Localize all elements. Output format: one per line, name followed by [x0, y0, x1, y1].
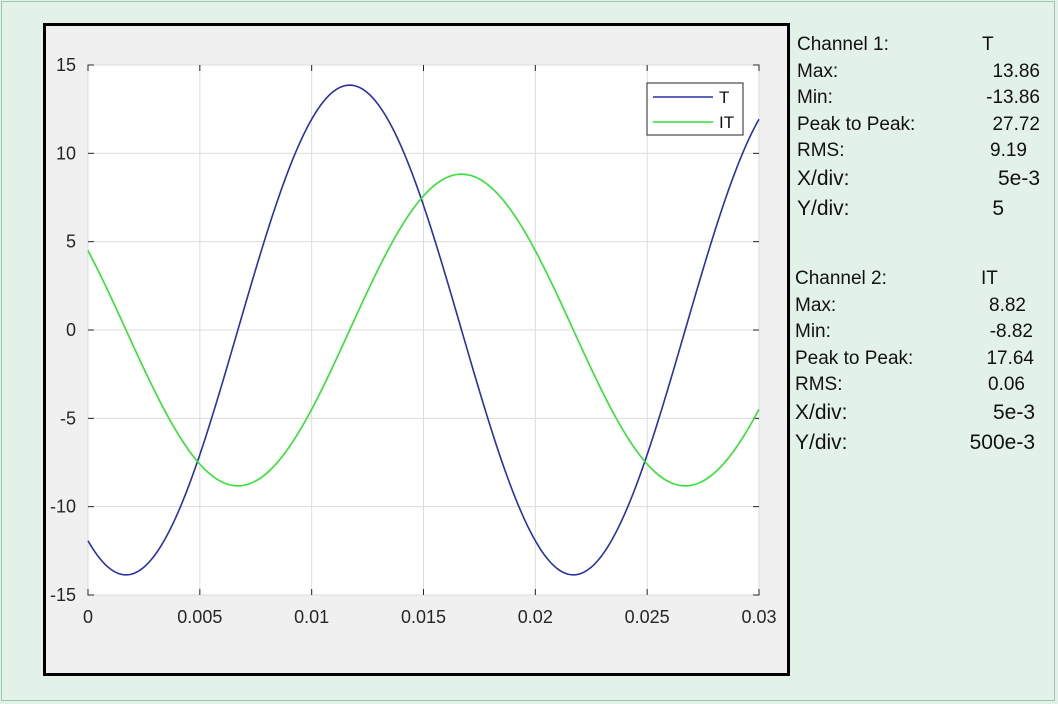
- channel-title: Channel 1:: [797, 34, 889, 55]
- info-value: 5: [992, 197, 1004, 220]
- info-value: 9.19: [990, 140, 1027, 161]
- info-label: Peak to Peak:: [795, 348, 914, 369]
- y-tick-label: -15: [50, 585, 76, 605]
- info-row-min: Min: -13.86: [797, 87, 1042, 113]
- x-tick-label: 0.005: [177, 607, 222, 627]
- x-tick-label: 0.025: [625, 607, 670, 627]
- y-tick-label: 0: [66, 320, 76, 340]
- info-row-max: Max: 13.86: [797, 61, 1042, 87]
- y-tick-label: -5: [60, 408, 76, 428]
- info-value: -8.82: [989, 321, 1033, 342]
- info-value: 17.64: [986, 348, 1034, 369]
- info-label: Y/div:: [797, 197, 850, 220]
- legend-label: T: [719, 88, 729, 107]
- info-value: 8.82: [989, 295, 1026, 316]
- info-label: X/div:: [797, 167, 850, 190]
- info-label: Peak to Peak:: [797, 114, 916, 135]
- channel-2-header: Channel 2: IT: [795, 268, 1040, 294]
- info-row-min: Min: -8.82: [795, 321, 1040, 347]
- info-row-x-div: X/div: 5e-3: [797, 167, 1042, 193]
- channel-1-header: Channel 1: T: [797, 34, 1042, 60]
- info-value: 5e-3: [992, 401, 1035, 424]
- info-value: 5e-3: [997, 167, 1040, 190]
- info-row-y-div: Y/div: 5: [797, 197, 1042, 223]
- legend-label: IT: [719, 113, 734, 132]
- info-value: 0.06: [988, 374, 1025, 395]
- info-row-y-div: Y/div: 500e-3: [795, 431, 1040, 457]
- x-tick-label: 0: [83, 607, 93, 627]
- info-value: -13.86: [986, 87, 1040, 108]
- info-value: 27.72: [992, 114, 1040, 135]
- info-value: 13.86: [992, 61, 1040, 82]
- info-label: Max:: [797, 61, 839, 82]
- info-row-max: Max: 8.82: [795, 295, 1040, 321]
- info-row-peak-to-peak: Peak to Peak: 17.64: [795, 348, 1040, 374]
- y-tick-label: -10: [50, 497, 76, 517]
- info-label: X/div:: [795, 401, 848, 424]
- info-label: Min:: [797, 87, 833, 108]
- channel-title: Channel 2:: [795, 268, 887, 289]
- info-label: Max:: [795, 295, 837, 316]
- info-row-rms: RMS: 0.06: [795, 374, 1040, 400]
- x-tick-label: 0.02: [518, 607, 553, 627]
- channel-name: IT: [981, 268, 998, 289]
- channel-1-info: Channel 1: T Max: 13.86 Min: -13.86 Peak…: [797, 34, 1042, 234]
- channel-name: T: [982, 34, 994, 55]
- info-label: RMS:: [795, 374, 843, 395]
- y-tick-label: 15: [56, 55, 76, 75]
- x-tick-label: 0.015: [401, 607, 446, 627]
- info-label: RMS:: [797, 140, 845, 161]
- info-row-peak-to-peak: Peak to Peak: 27.72: [797, 114, 1042, 140]
- info-label: Y/div:: [795, 431, 848, 454]
- info-value: 500e-3: [969, 431, 1035, 454]
- info-label: Min:: [795, 321, 831, 342]
- info-row-x-div: X/div: 5e-3: [795, 401, 1040, 427]
- x-tick-label: 0.01: [294, 607, 329, 627]
- info-row-rms: RMS: 9.19: [797, 140, 1042, 166]
- y-tick-label: 10: [56, 143, 76, 163]
- channel-2-info: Channel 2: IT Max: 8.82 Min: -8.82 Peak …: [795, 268, 1040, 458]
- chart-legend: T IT: [646, 82, 744, 136]
- y-tick-label: 5: [66, 232, 76, 252]
- x-tick-label: 0.03: [741, 607, 776, 627]
